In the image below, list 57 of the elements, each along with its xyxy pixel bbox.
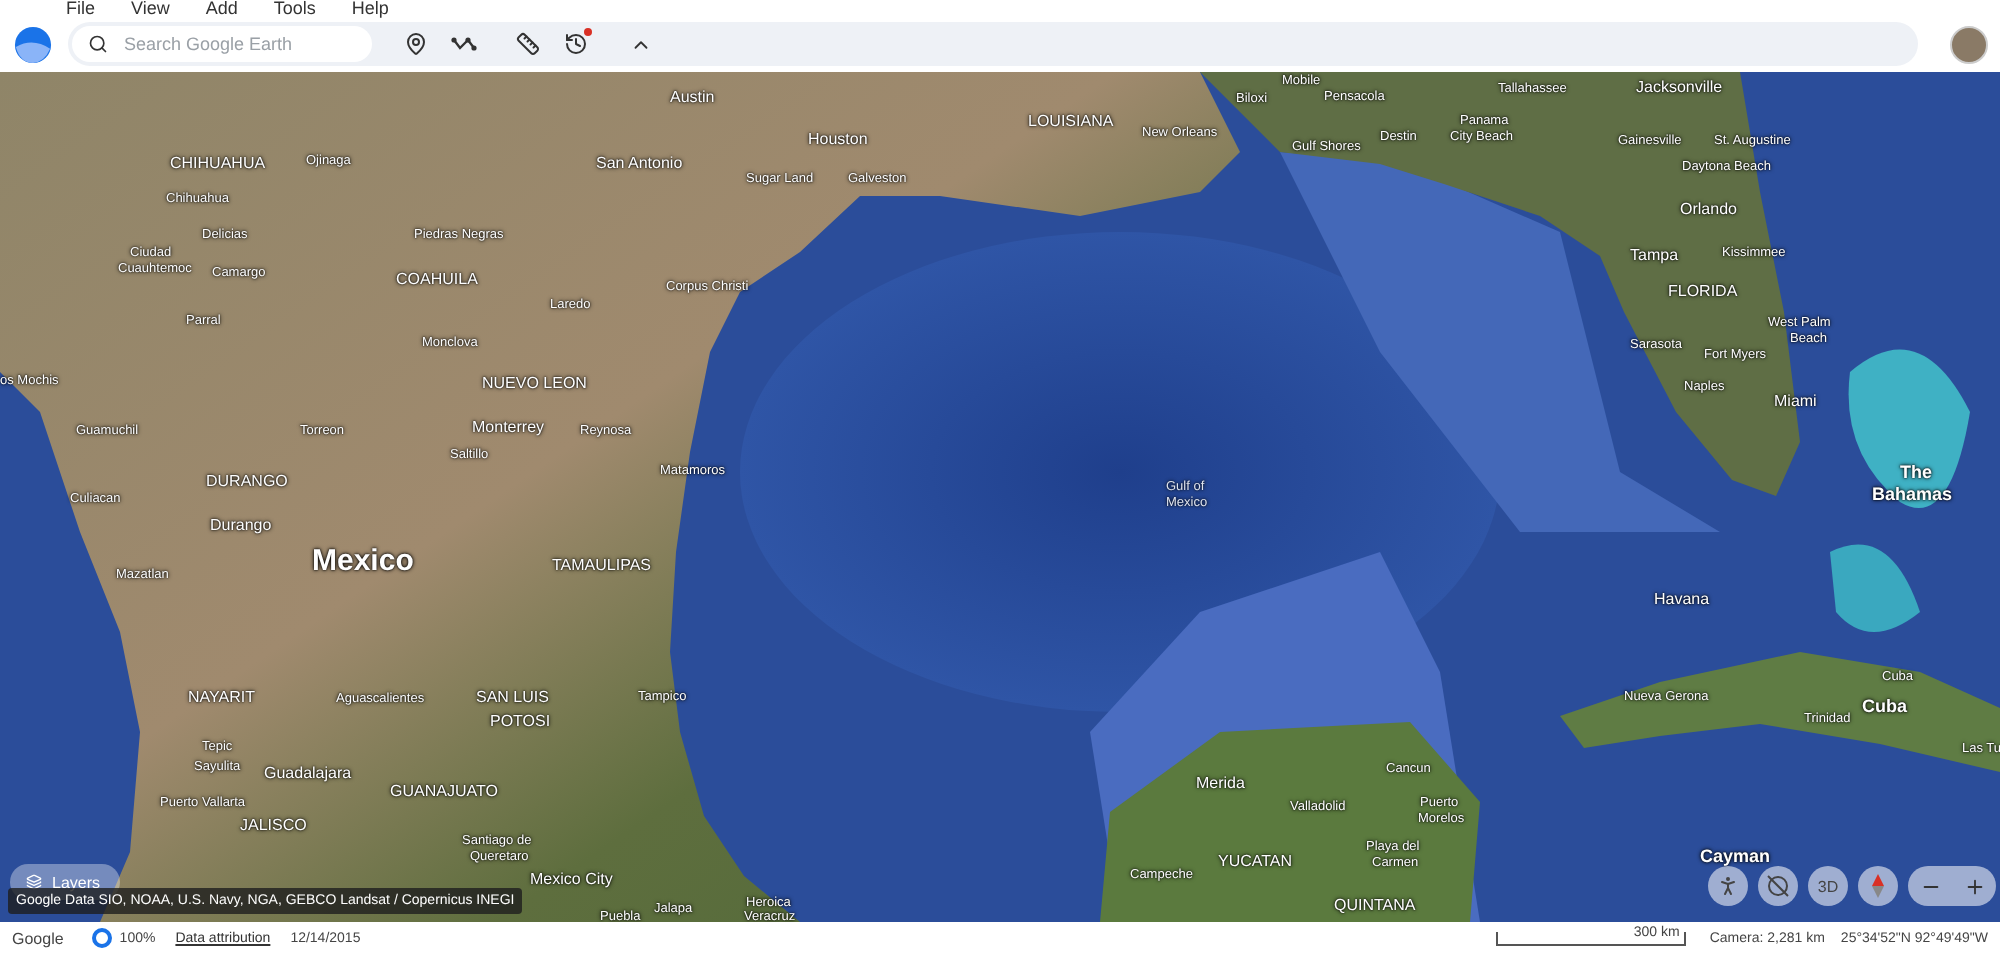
map-label: Merida [1196, 776, 1245, 792]
map-label: Durango [210, 518, 272, 534]
map-label: SAN LUIS [476, 690, 549, 706]
globe-logo-icon [14, 25, 52, 63]
map-label: NAYARIT [188, 690, 255, 706]
3d-button[interactable]: 3D [1808, 866, 1848, 906]
ruler-icon [516, 32, 540, 56]
compass-button[interactable] [1858, 866, 1898, 906]
compass-off-icon [1766, 874, 1790, 898]
map-label: Havana [1654, 592, 1710, 608]
map-label: CHIHUAHUA [170, 156, 266, 172]
map-label: FLORIDA [1668, 284, 1738, 300]
map-label: Guadalajara [264, 766, 352, 782]
avatar[interactable] [1950, 25, 1988, 63]
map-label: TAMAULIPAS [552, 558, 651, 574]
menu-item[interactable]: Tools [273, 0, 316, 16]
map-label: Cayman [1700, 848, 1771, 866]
map-label: COAHUILA [396, 272, 478, 288]
compass-icon [1868, 874, 1888, 898]
map-label: Orlando [1680, 202, 1737, 218]
menu-item[interactable]: File [66, 0, 96, 16]
map-label: GUANAJUATO [390, 784, 498, 800]
map-label: LOUISIANA [1028, 114, 1114, 130]
map-label: POTOSI [490, 714, 551, 730]
map-label: Jacksonville [1636, 80, 1723, 96]
map-label: Houston [808, 132, 868, 148]
search-icon [88, 34, 108, 54]
map-label: YUCATAN [1218, 854, 1293, 870]
person-icon [1716, 874, 1740, 898]
history-icon [564, 32, 588, 56]
layers-icon [26, 874, 42, 890]
map-label: QUINTANA [1334, 898, 1416, 914]
brand-text: Google [12, 929, 64, 947]
map-label: Mexico City [530, 872, 613, 888]
map-label: Monterrey [472, 420, 545, 436]
compass-off-button[interactable] [1758, 866, 1798, 906]
map-label: Bahamas [1872, 486, 1953, 504]
map-label: Austin [670, 90, 715, 106]
menu-item[interactable]: View [131, 0, 170, 16]
menu-item[interactable]: Help [351, 0, 389, 16]
map-label: Tampa [1630, 248, 1679, 264]
map-label: JALISCO [240, 818, 307, 834]
map-label: Cuba [1862, 698, 1907, 716]
notification-dot [584, 28, 592, 36]
pin-icon [404, 32, 428, 56]
map-label: San Antonio [596, 156, 683, 172]
plus-icon [1963, 875, 1985, 897]
loading-ring-icon [91, 928, 112, 948]
path-icon [450, 36, 478, 52]
search-field[interactable]: Search Google Earth [72, 26, 372, 62]
map-label: Mexico [312, 546, 414, 576]
map-label: Miami [1774, 394, 1817, 410]
street-view-button[interactable] [1708, 866, 1748, 906]
map-label: The [1900, 464, 1933, 482]
menu-item[interactable]: Add [205, 0, 238, 16]
map-label: NUEVO LEON [482, 376, 587, 392]
map-label: DURANGO [206, 474, 288, 490]
